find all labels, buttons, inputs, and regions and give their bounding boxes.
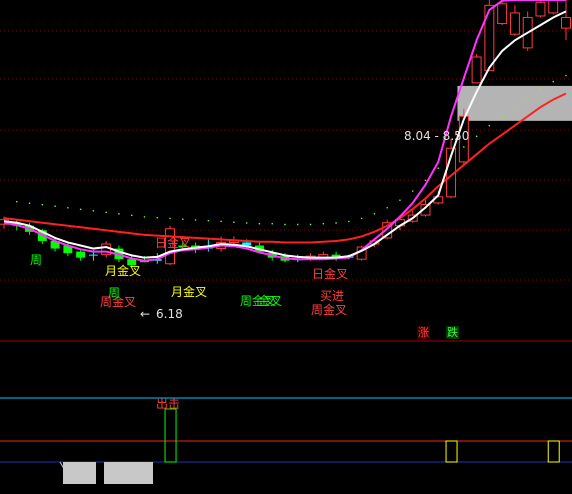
trend-dot (169, 217, 171, 220)
indicator-attack-label: 出击 (156, 397, 180, 411)
trend-dot (220, 220, 222, 223)
candle-body (561, 16, 571, 29)
trend-dot (424, 179, 427, 182)
trend-dot (399, 199, 401, 201)
signal-bar (547, 440, 560, 463)
trend-dot (182, 218, 184, 220)
trend-dot (309, 223, 312, 226)
trend-dot (526, 97, 529, 100)
week-golden-cross-3: 周金叉 (311, 302, 347, 317)
trend-dot (463, 146, 465, 148)
trend-dot (488, 124, 491, 127)
price-zone-band (457, 85, 572, 121)
trend-dot (28, 202, 31, 204)
trend-dot (130, 214, 133, 217)
trend-dot (15, 200, 18, 203)
candle-body (535, 1, 546, 17)
trend-dot (296, 223, 299, 226)
trend-dot (411, 190, 414, 192)
trend-dot (386, 206, 388, 209)
trend-dot (105, 211, 107, 214)
trend-dot (322, 222, 325, 225)
week-label-1: 周 (30, 253, 42, 267)
trend-dot (207, 219, 210, 222)
trend-dot (373, 213, 376, 215)
trend-dot (565, 74, 567, 77)
trend-dot (233, 221, 235, 223)
trend-dot (360, 217, 363, 220)
indicator-signals (164, 408, 560, 463)
trend-dot (143, 216, 146, 218)
candles (0, 0, 571, 267)
candle-body (76, 251, 86, 258)
candle-body (471, 56, 482, 84)
trend-dot (348, 220, 350, 223)
zone-label: 8.04 - 8.50 (404, 129, 469, 143)
trend-dot (501, 115, 503, 118)
gold-cross-short: 金叉 (258, 293, 282, 308)
trend-dot (118, 213, 120, 215)
trend-dot (194, 219, 197, 221)
signal-bar (445, 440, 458, 463)
trend-dot (41, 203, 44, 206)
indicator-gray-block-2 (104, 462, 153, 484)
trend-dot (514, 106, 516, 109)
month-golden-cross-2: 月金叉 (105, 263, 141, 278)
trend-dot (335, 222, 337, 224)
candle-body (509, 12, 520, 35)
trend-dot (539, 88, 542, 90)
trend-dot (258, 222, 261, 225)
trend-dot (156, 216, 159, 219)
trend-dot (245, 222, 248, 224)
trend-dot (271, 222, 274, 225)
trend-dot (67, 206, 69, 209)
trend-dot (450, 156, 452, 159)
signal-bar (164, 408, 177, 463)
trend-dot (54, 205, 56, 208)
candle-body (497, 3, 508, 25)
indicator-gray-block-1 (63, 462, 96, 484)
white-ma-line (3, 10, 567, 259)
day-golden-cross-1: 日金叉 (155, 235, 191, 250)
rise-indicator: 涨 (417, 326, 430, 339)
day-golden-cross-2: 日金叉 (312, 266, 348, 281)
candle-body (88, 254, 98, 256)
trend-dot (475, 135, 478, 138)
candle-body (548, 0, 559, 14)
trend-dot (79, 208, 82, 211)
week-label-2: 周 (108, 286, 120, 300)
fall-indicator: 跌 (446, 326, 459, 339)
trend-dot (92, 209, 95, 212)
trend-dot (437, 167, 440, 170)
min-price-label: 6.18 (156, 307, 183, 321)
min-price-arrow: ← (140, 307, 150, 321)
trend-dot (552, 80, 555, 83)
month-golden-cross-1: 月金叉 (171, 284, 207, 299)
trend-dot (284, 223, 286, 226)
chart-canvas: 8.04 - 8.50 ← 6.18 日金叉 月金叉 月金叉 周金叉 周金叉 周… (0, 0, 572, 484)
buy-in-label: 买进 (320, 289, 344, 303)
